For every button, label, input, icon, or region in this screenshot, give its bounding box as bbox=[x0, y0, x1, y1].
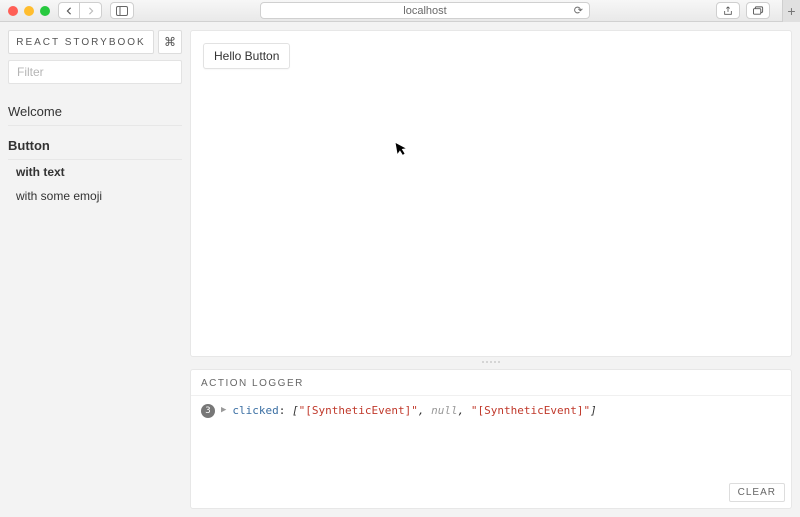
panel-resize-handle[interactable] bbox=[471, 361, 511, 365]
share-icon bbox=[723, 6, 733, 16]
expand-caret-icon[interactable]: ▶ bbox=[221, 405, 226, 415]
command-icon: ⌘ bbox=[164, 35, 176, 49]
tabs-icon bbox=[753, 6, 764, 16]
kind-label: Welcome bbox=[8, 104, 62, 119]
action-count-badge: 3 bbox=[201, 404, 215, 418]
minimize-window-button[interactable] bbox=[24, 6, 34, 16]
storybook-app: REACT STORYBOOK ⌘ Welcome Button with te… bbox=[0, 22, 800, 517]
share-button[interactable] bbox=[716, 2, 740, 19]
sidebar-icon bbox=[116, 6, 128, 16]
cursor-icon bbox=[394, 140, 409, 161]
url-text: localhost bbox=[403, 5, 446, 17]
browser-toolbar: localhost ⟳ + bbox=[0, 0, 800, 22]
new-tab-button[interactable]: + bbox=[782, 0, 800, 22]
filter-input[interactable] bbox=[8, 60, 182, 84]
chevron-left-icon bbox=[65, 7, 73, 15]
arg-3: "[SyntheticEvent]" bbox=[471, 404, 590, 417]
kind-label: Button bbox=[8, 138, 50, 153]
window-controls bbox=[8, 6, 50, 16]
chevron-right-icon bbox=[87, 7, 95, 15]
story-label: with text bbox=[16, 165, 65, 179]
story-with-text[interactable]: with text bbox=[8, 160, 182, 184]
arg-1: "[SyntheticEvent]" bbox=[299, 404, 418, 417]
kind-button[interactable]: Button bbox=[8, 132, 182, 160]
clear-button[interactable]: CLEAR bbox=[729, 483, 785, 502]
zoom-window-button[interactable] bbox=[40, 6, 50, 16]
nav-buttons bbox=[58, 2, 102, 19]
hello-button[interactable]: Hello Button bbox=[203, 43, 290, 69]
sidebar: REACT STORYBOOK ⌘ Welcome Button with te… bbox=[8, 30, 182, 509]
hello-button-label: Hello Button bbox=[214, 49, 279, 63]
action-logger-title: ACTION LOGGER bbox=[191, 370, 791, 396]
action-logger-panel: ACTION LOGGER 3 ▶ clicked: ["[SyntheticE… bbox=[190, 369, 792, 509]
log-line: clicked: ["[SyntheticEvent]", null, "[Sy… bbox=[232, 404, 596, 417]
sidebar-toggle-button[interactable] bbox=[110, 2, 134, 19]
brand-label: REACT STORYBOOK bbox=[16, 37, 145, 48]
preview-panel: Hello Button bbox=[190, 30, 792, 357]
arg-2: null bbox=[431, 404, 458, 417]
shortcuts-button[interactable]: ⌘ bbox=[158, 30, 182, 54]
forward-button[interactable] bbox=[80, 2, 102, 19]
right-tools bbox=[716, 2, 770, 19]
kind-list: Welcome Button with text with some emoji bbox=[8, 98, 182, 208]
main-column: Hello Button ACTION LOGGER 3 ▶ clicked: … bbox=[190, 30, 792, 509]
tabs-button[interactable] bbox=[746, 2, 770, 19]
story-label: with some emoji bbox=[16, 189, 102, 203]
address-bar[interactable]: localhost ⟳ bbox=[260, 2, 590, 19]
event-name: clicked bbox=[232, 404, 278, 417]
back-button[interactable] bbox=[58, 2, 80, 19]
clear-button-label: CLEAR bbox=[738, 487, 776, 498]
story-with-some-emoji[interactable]: with some emoji bbox=[8, 184, 182, 208]
kind-welcome[interactable]: Welcome bbox=[8, 98, 182, 126]
action-logger-body: 3 ▶ clicked: ["[SyntheticEvent]", null, … bbox=[191, 396, 791, 426]
close-window-button[interactable] bbox=[8, 6, 18, 16]
address-bar-container: localhost ⟳ bbox=[142, 2, 708, 19]
brand-button[interactable]: REACT STORYBOOK bbox=[8, 30, 154, 54]
reload-button[interactable]: ⟳ bbox=[574, 4, 583, 17]
